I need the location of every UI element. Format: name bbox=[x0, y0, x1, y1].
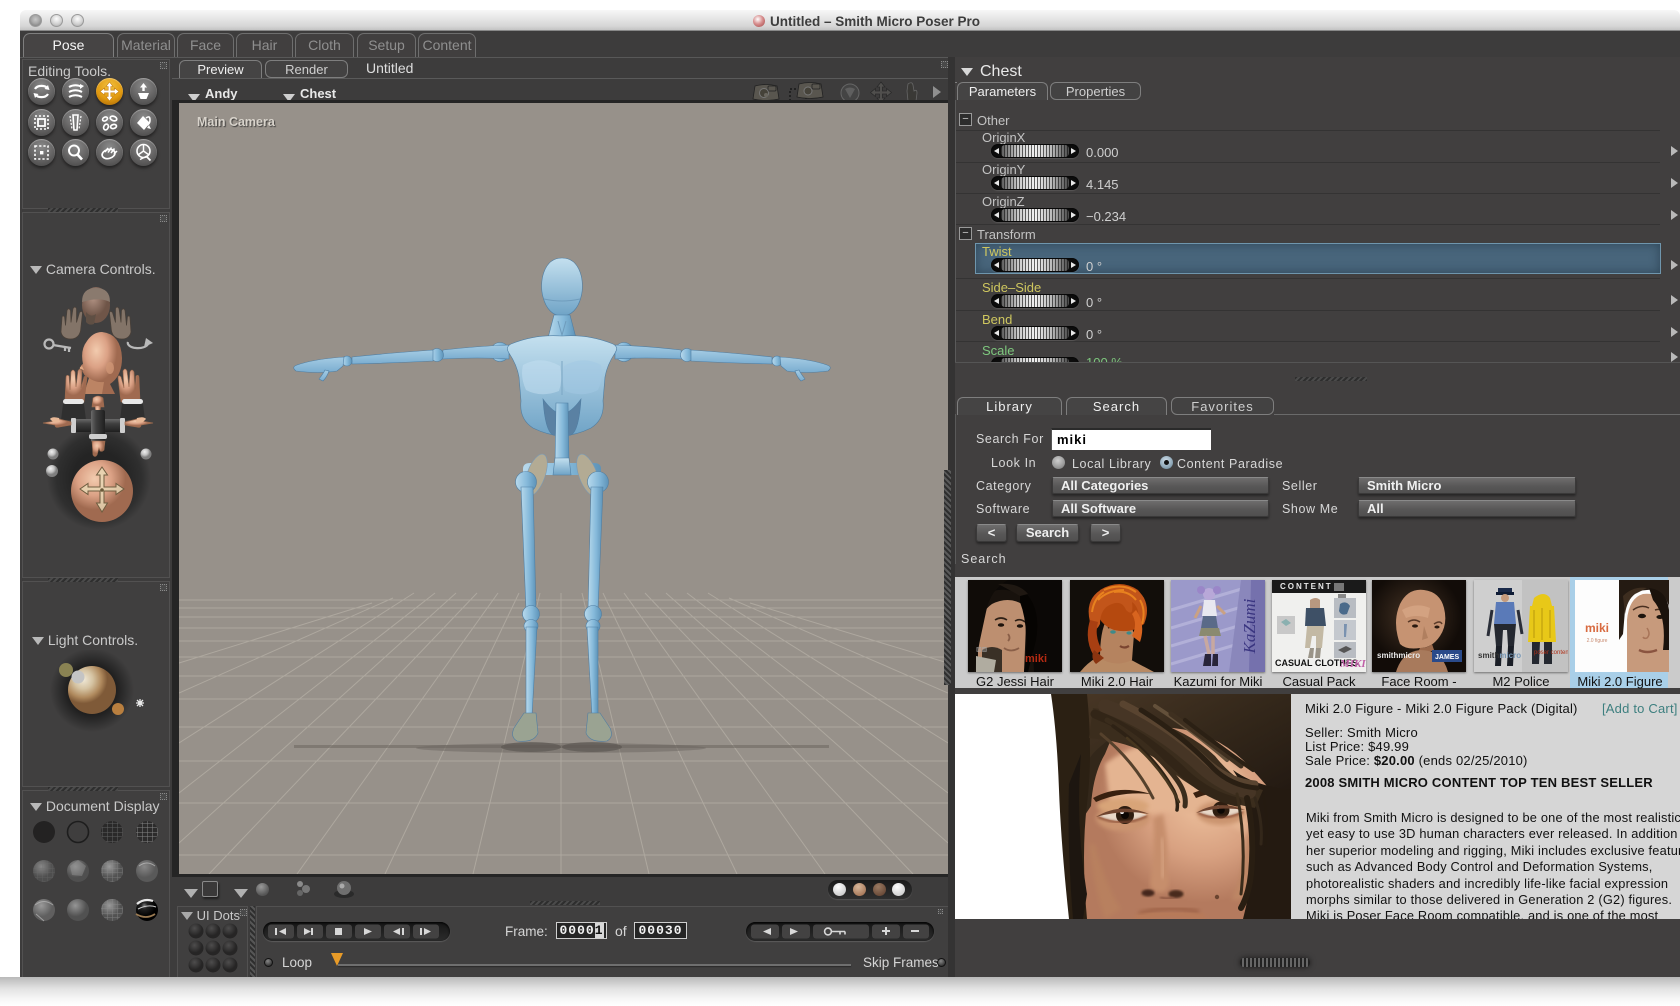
svg-text:JAMES: JAMES bbox=[1435, 654, 1459, 661]
svg-text:MIKI: MIKI bbox=[1339, 658, 1366, 670]
svg-text:CONTENT: CONTENT bbox=[1280, 582, 1333, 591]
svg-text:KaZumi: KaZumi bbox=[1240, 598, 1259, 654]
svg-text:2.0 figure: 2.0 figure bbox=[1587, 638, 1608, 644]
svg-text:miki: miki bbox=[1025, 653, 1047, 665]
svg-text:miki: miki bbox=[1585, 621, 1609, 635]
svg-text:smithmicro: smithmicro bbox=[1478, 651, 1521, 660]
svg-text:poser content: poser content bbox=[1534, 650, 1568, 656]
svg-text:▧▧: ▧▧ bbox=[976, 647, 988, 653]
svg-text:smithmicro: smithmicro bbox=[1377, 651, 1420, 660]
